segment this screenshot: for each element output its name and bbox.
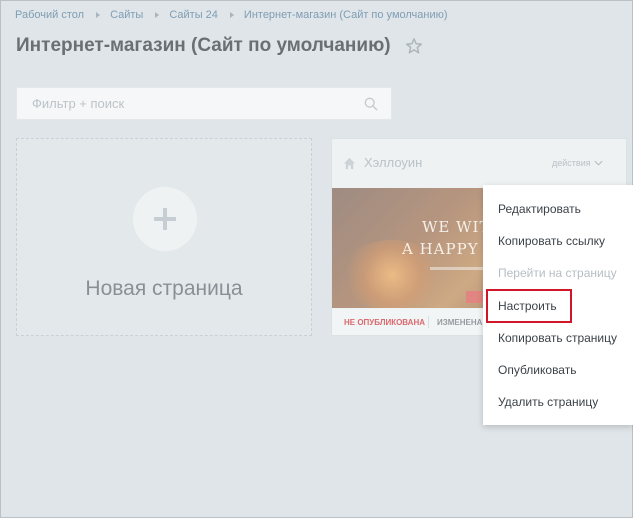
home-icon [343, 157, 356, 170]
page-title-row: Интернет-магазин (Сайт по умолчанию) [16, 35, 423, 57]
breadcrumb-arrow-icon [155, 12, 160, 18]
status-badge: НЕ ОПУБЛИКОВАНА [344, 318, 426, 327]
page-title: Интернет-магазин (Сайт по умолчанию) [16, 35, 391, 56]
menu-item-copy-page[interactable]: Копировать страницу [483, 322, 633, 354]
menu-item-publish[interactable]: Опубликовать [483, 354, 633, 386]
search-input[interactable] [32, 96, 352, 111]
breadcrumb: Рабочий стол Сайты Сайты 24 Интернет-маг… [15, 9, 448, 21]
menu-item-label: Редактировать [498, 202, 581, 216]
breadcrumb-item-current[interactable]: Интернет-магазин (Сайт по умолчанию) [244, 9, 448, 21]
new-page-label: Новая страница [85, 277, 243, 300]
breadcrumb-arrow-icon [96, 12, 101, 18]
divider [428, 316, 429, 328]
breadcrumb-arrow-icon [229, 12, 234, 18]
search-icon[interactable] [364, 97, 378, 111]
menu-item-label: Удалить страницу [498, 395, 599, 410]
card-title[interactable]: Хэллоуин [364, 155, 422, 170]
actions-button[interactable]: действия [552, 158, 603, 168]
changed-label: ИЗМЕНЕНА [437, 318, 483, 327]
breadcrumb-item-sites[interactable]: Сайты [110, 9, 143, 21]
menu-item-delete-page[interactable]: Удалить страницу [483, 386, 633, 418]
star-icon[interactable] [405, 37, 423, 55]
chevron-down-icon [594, 160, 603, 166]
menu-item-label: Копировать страницу [498, 330, 617, 345]
card-header: Хэллоуин действия [332, 139, 626, 187]
context-menu: Редактировать Копировать ссылку Перейти … [483, 185, 633, 425]
search-box [16, 87, 392, 120]
menu-item-label: Копировать ссылку [498, 234, 605, 249]
breadcrumb-item-sites24[interactable]: Сайты 24 [169, 9, 218, 21]
menu-item-label: Настроить [486, 288, 572, 323]
new-page-card[interactable]: Новая страница [16, 138, 312, 336]
menu-item-configure[interactable]: Настроить [483, 288, 633, 323]
menu-item-edit[interactable]: Редактировать [483, 193, 633, 225]
breadcrumb-item-desktop[interactable]: Рабочий стол [15, 9, 84, 21]
menu-item-copy-link[interactable]: Копировать ссылку [483, 225, 633, 257]
actions-label: действия [552, 158, 591, 168]
menu-item-go-to-page: Перейти на страницу [483, 257, 633, 289]
plus-icon[interactable] [133, 187, 197, 251]
menu-item-label: Перейти на страницу [498, 266, 617, 281]
menu-item-label: Опубликовать [498, 362, 577, 377]
